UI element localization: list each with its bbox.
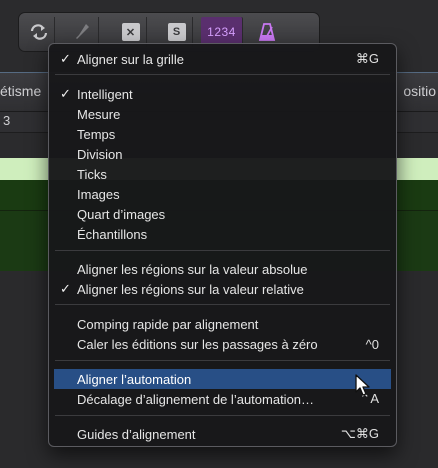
snap-menu: ✓ Aligner sur la grille ⌘G ✓ Intelligent… bbox=[48, 43, 397, 447]
menu-item-division[interactable]: Division bbox=[54, 144, 391, 164]
menu-item-beat[interactable]: Temps bbox=[54, 124, 391, 144]
menu-item-frames[interactable]: Images bbox=[54, 184, 391, 204]
menu-item-bar[interactable]: Mesure bbox=[54, 104, 391, 124]
metronome-icon bbox=[258, 23, 276, 41]
check-icon: ✓ bbox=[60, 51, 71, 66]
menu-item-shortcut: ⌥⌘G bbox=[340, 426, 379, 441]
solo-icon: S bbox=[167, 23, 186, 41]
header-right-text: ositio bbox=[403, 83, 436, 99]
menu-item-smart[interactable]: ✓ Intelligent bbox=[54, 84, 391, 104]
tuner-icon bbox=[75, 24, 89, 39]
menu-item-label: Temps bbox=[77, 126, 116, 142]
menu-separator bbox=[55, 250, 390, 251]
mouse-pointer-icon bbox=[355, 374, 370, 396]
menu-item-label: Aligner sur la grille bbox=[77, 51, 184, 67]
menu-item-quarter-frames[interactable]: Quart d’images bbox=[54, 204, 391, 224]
menu-item-shortcut: ^0 bbox=[365, 336, 379, 352]
menu-item-label: Division bbox=[77, 146, 123, 162]
menu-separator bbox=[55, 74, 390, 75]
menu-item-snap-offset-automation[interactable]: Décalage d’alignement de l’automation… ⌃… bbox=[54, 389, 391, 409]
menu-item-snap-regions-absolute[interactable]: Aligner les régions sur la valeur absolu… bbox=[54, 259, 391, 279]
menu-item-shortcut: ⌘G bbox=[355, 51, 379, 66]
header-left-text: étisme bbox=[0, 83, 42, 99]
cycle-button[interactable] bbox=[23, 17, 55, 47]
menu-item-snap-regions-relative[interactable]: ✓ Aligner les régions sur la valeur rela… bbox=[54, 279, 391, 299]
menu-item-label: Caler les éditions sur les passages à zé… bbox=[77, 336, 318, 352]
menu-separator bbox=[55, 360, 390, 361]
cycle-icon bbox=[30, 24, 47, 40]
menu-item-quick-swipe-comping[interactable]: Comping rapide par alignement bbox=[54, 314, 391, 334]
mute-icon: ✕ bbox=[121, 23, 140, 41]
menu-item-label: Comping rapide par alignement bbox=[77, 316, 259, 332]
menu-item-label: Aligner les régions sur la valeur relati… bbox=[77, 281, 304, 297]
menu-item-samples[interactable]: Échantillons bbox=[54, 224, 391, 244]
menu-item-label: Ticks bbox=[77, 166, 107, 182]
check-icon: ✓ bbox=[60, 86, 71, 101]
counter-text: 1234 bbox=[207, 25, 236, 39]
menu-item-label: Intelligent bbox=[77, 86, 133, 102]
menu-item-alignment-guides[interactable]: Guides d’alignement ⌥⌘G bbox=[54, 424, 391, 444]
menu-separator bbox=[55, 415, 390, 416]
menu-item-label: Mesure bbox=[77, 106, 121, 122]
ruler-bar-number: 3 bbox=[3, 113, 11, 128]
menu-item-label: Quart d’images bbox=[77, 206, 166, 222]
menu-separator bbox=[55, 304, 390, 305]
menu-item-label: Aligner l’automation bbox=[77, 371, 192, 387]
menu-item-snap-edits-zero-crossings[interactable]: Caler les éditions sur les passages à zé… bbox=[54, 334, 391, 354]
menu-item-label: Décalage d’alignement de l’automation… bbox=[77, 391, 315, 407]
menu-item-label: Aligner les régions sur la valeur absolu… bbox=[77, 261, 308, 277]
menu-item-label: Guides d’alignement bbox=[77, 426, 196, 442]
menu-item-label: Échantillons bbox=[77, 226, 148, 242]
menu-item-snap-to-grid[interactable]: ✓ Aligner sur la grille ⌘G bbox=[54, 49, 391, 69]
menu-item-ticks[interactable]: Ticks bbox=[54, 164, 391, 184]
menu-item-label: Images bbox=[77, 186, 120, 202]
menu-item-snap-automation[interactable]: Aligner l’automation bbox=[54, 369, 391, 389]
check-icon: ✓ bbox=[60, 281, 71, 296]
